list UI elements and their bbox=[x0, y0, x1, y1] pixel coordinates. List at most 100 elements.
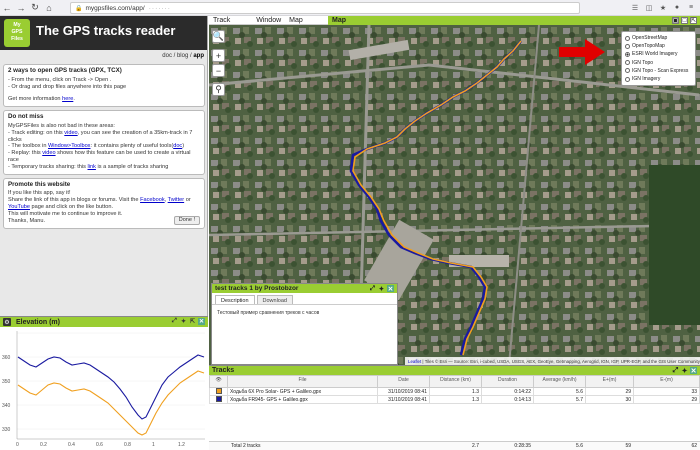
miss-l2b: : it contains plenty of useful tools( bbox=[90, 143, 174, 150]
search-icon[interactable]: 🔍 bbox=[212, 30, 225, 43]
app-link[interactable]: app bbox=[193, 53, 204, 59]
layer-option[interactable]: OpenStreetMap bbox=[625, 34, 692, 42]
layer-option[interactable]: IGN Imagery bbox=[625, 75, 692, 83]
extension-icon[interactable]: ● bbox=[672, 2, 682, 13]
left-panel: My GPS Files The GPS tracks reader doc / b… bbox=[0, 16, 208, 450]
menu-map[interactable]: Map bbox=[285, 17, 307, 24]
library-icon[interactable]: ☰ bbox=[630, 2, 640, 13]
gear-icon[interactable]: ⚙ bbox=[3, 318, 11, 326]
video-link-1[interactable]: video bbox=[64, 130, 77, 136]
done-button[interactable]: Done ! bbox=[173, 216, 200, 226]
doc-link[interactable]: doc bbox=[162, 53, 172, 59]
here-link[interactable]: here bbox=[62, 96, 73, 102]
duration-cell: 0:14:13 bbox=[481, 395, 534, 404]
elevation-chart[interactable]: 360 350 340 330 0 0.2 0.4 0.6 0.8 1 1.2 bbox=[0, 327, 208, 450]
home-icon[interactable]: ⌂ bbox=[42, 1, 56, 15]
layer-option[interactable]: IGN Topo bbox=[625, 59, 692, 67]
promote-title: Promote this website bbox=[8, 180, 71, 188]
close-icon[interactable]: ✕ bbox=[690, 367, 697, 375]
layer-option[interactable]: IGN Topo - Scan Express bbox=[625, 67, 692, 75]
pin-icon[interactable]: ✦ bbox=[180, 318, 187, 325]
close-icon[interactable]: ✕ bbox=[387, 285, 394, 293]
open-tracks-title: 2 ways to open GPS tracks (GPX, TCX) bbox=[8, 67, 122, 74]
table-row[interactable]: Ходьба FR945- GPS + Galileo.gpx 31/10/20… bbox=[209, 395, 700, 404]
doc-link-toolbox[interactable]: doc bbox=[173, 143, 182, 149]
reload-icon[interactable]: ↻ bbox=[28, 1, 42, 15]
col-distance[interactable]: Distance (km) bbox=[429, 375, 482, 388]
elevation-title: Elevation (m) bbox=[16, 318, 60, 326]
col-eminus[interactable]: E-(m) bbox=[633, 375, 700, 388]
table-row[interactable]: Ходьба 6X Pro Solar- GPS + Galileo.gpx 3… bbox=[209, 387, 700, 396]
col-date[interactable]: Date bbox=[377, 375, 430, 388]
miss-l4b: is a sample of tracks sharing bbox=[97, 163, 169, 170]
menu-track[interactable]: Track bbox=[209, 17, 234, 24]
app-title: The GPS tracks reader bbox=[36, 23, 176, 38]
browser-toolbar: ← → ↻ ⌂ 🔒 mygpsfiles.com/app/ ······· ☰ … bbox=[0, 0, 700, 16]
forward-icon[interactable]: → bbox=[14, 1, 28, 15]
menu-window[interactable]: Window bbox=[252, 17, 285, 24]
elevation-header: ⚙ Elevation (m) ⤢ ✦ ⇱ ✕ bbox=[0, 317, 208, 327]
eplus-cell: 29 bbox=[585, 387, 634, 396]
visibility-icon[interactable]: 👁 bbox=[209, 375, 228, 388]
app-logo[interactable]: My GPS Files bbox=[4, 19, 30, 47]
miss-l3a: - Replay: this bbox=[8, 150, 41, 157]
duration-cell: 0:14:22 bbox=[481, 387, 534, 396]
promote-thanks: Thanks, Manu. bbox=[8, 217, 45, 224]
xtick: 1 bbox=[152, 442, 155, 448]
xtick: 1.2 bbox=[178, 442, 185, 448]
pin-icon[interactable]: ✦ bbox=[378, 285, 385, 293]
twitter-link[interactable]: Twitter bbox=[168, 197, 184, 203]
tracks-header: Tracks ⤢ ✦ ✕ bbox=[209, 366, 700, 375]
expand-icon[interactable]: ⇱ bbox=[189, 318, 196, 325]
leaflet-link[interactable]: Leaflet bbox=[408, 359, 421, 364]
track-checkbox[interactable] bbox=[215, 396, 222, 403]
more-info-text: Get more information bbox=[8, 96, 61, 103]
miss-l2a: - The toolbox in bbox=[8, 143, 47, 150]
file-cell: Ходьба FR945- GPS + Galileo.gpx bbox=[227, 395, 378, 404]
zoom-out-button[interactable]: − bbox=[212, 64, 225, 77]
col-duration[interactable]: Duration bbox=[481, 375, 534, 388]
maximize-icon[interactable]: ⤢ bbox=[369, 285, 376, 292]
blog-link[interactable]: blog bbox=[177, 53, 188, 59]
xtick: 0 bbox=[16, 442, 19, 448]
video-link-2[interactable]: video bbox=[42, 150, 55, 156]
col-eplus[interactable]: E+(m) bbox=[585, 375, 634, 388]
maximize-icon[interactable]: □ bbox=[681, 17, 688, 24]
toolbox-link[interactable]: Window>Toolbox bbox=[48, 143, 90, 149]
track-description: Тестовый пример сравнения треков с часов bbox=[217, 310, 320, 316]
address-bar[interactable]: 🔒 mygpsfiles.com/app/ ······· bbox=[70, 2, 580, 14]
menu-icon[interactable]: ≡ bbox=[686, 2, 696, 13]
extension-icon[interactable]: ★ bbox=[658, 2, 668, 13]
maximize-icon[interactable]: ⤢ bbox=[672, 367, 679, 374]
date-cell: 31/10/2019 08:41 bbox=[377, 387, 430, 396]
facebook-link[interactable]: Facebook bbox=[140, 197, 165, 203]
track-checkbox[interactable] bbox=[215, 388, 222, 395]
youtube-link[interactable]: YouTube bbox=[8, 204, 30, 210]
layer-option[interactable]: OpenTopoMap bbox=[625, 42, 692, 50]
close-icon[interactable]: ✕ bbox=[198, 318, 205, 325]
layer-option-selected[interactable]: ESRI World Imagery bbox=[625, 50, 692, 58]
do-not-miss-box: Do not miss MyGPSFiles is also not bad i… bbox=[3, 110, 205, 175]
eminus-cell: 33 bbox=[633, 387, 700, 396]
zoom-in-button[interactable]: + bbox=[212, 49, 225, 62]
track-info-title: test tracks 1 by Prostobzor bbox=[215, 285, 299, 292]
or-text: or bbox=[185, 197, 191, 204]
back-icon[interactable]: ← bbox=[0, 1, 14, 15]
col-average[interactable]: Average (km/h) bbox=[533, 375, 586, 388]
maximize-icon[interactable]: ⤢ bbox=[171, 318, 178, 325]
screenshot-icon[interactable]: ▣ bbox=[672, 17, 679, 24]
xtick: 0.4 bbox=[68, 442, 75, 448]
promote-l2b: page and click on the like button. bbox=[31, 203, 114, 210]
pin-icon[interactable]: ✦ bbox=[681, 367, 688, 375]
sidebar-icon[interactable]: ◫ bbox=[644, 2, 654, 13]
sharing-link[interactable]: link bbox=[88, 164, 96, 170]
tab-download[interactable]: Download bbox=[256, 295, 293, 304]
location-icon[interactable]: ⚲ bbox=[212, 83, 225, 96]
do-not-miss-title: Do not miss bbox=[8, 113, 44, 121]
layer-switcher[interactable]: OpenStreetMap OpenTopoMap ESRI World Ima… bbox=[621, 31, 696, 87]
promote-l1: If you like this app, say it! bbox=[8, 190, 71, 197]
col-file[interactable]: File bbox=[227, 375, 378, 388]
xtick: 0.6 bbox=[96, 442, 103, 448]
tab-description[interactable]: Description bbox=[215, 295, 255, 304]
expand-icon[interactable]: ⇱ bbox=[690, 17, 697, 24]
